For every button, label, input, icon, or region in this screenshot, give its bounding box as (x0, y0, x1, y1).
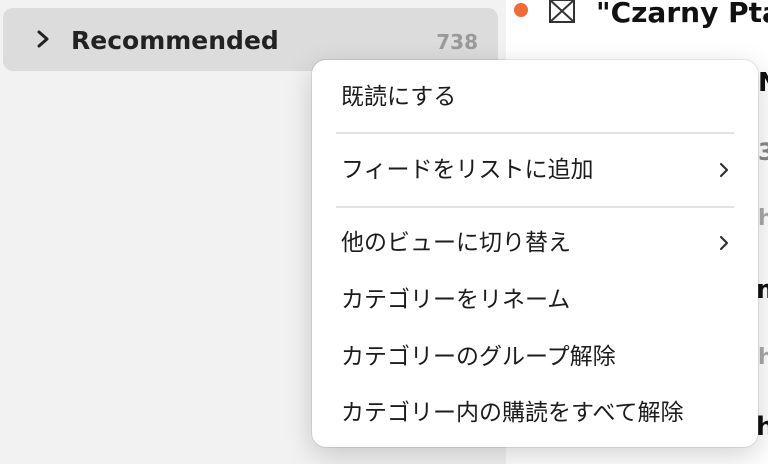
sidebar-item-label: Recommended (71, 26, 279, 55)
chevron-right-icon[interactable] (33, 27, 53, 51)
unread-count-badge: 738 (436, 30, 478, 54)
menu-item-label: 既読にする (341, 84, 457, 110)
article-text-peek: h (758, 206, 768, 231)
menu-item-switch-view[interactable]: 他のビューに切り替え (312, 218, 758, 268)
context-menu: 既読にする フィードをリストに追加 他のビューに切り替え カテゴリーをリネーム … (312, 60, 758, 447)
menu-item-label: カテゴリーをリネーム (341, 287, 571, 313)
article-text-peek: 3 (758, 138, 768, 166)
menu-item-label: カテゴリー内の購読をすべて解除 (341, 400, 684, 426)
menu-item-ungroup-category[interactable]: カテゴリーのグループ解除 (312, 332, 758, 382)
menu-separator (336, 132, 734, 134)
feed-placeholder-icon (549, 0, 575, 23)
chevron-right-icon (719, 162, 729, 178)
menu-item-unsubscribe-all[interactable]: カテゴリー内の購読をすべて解除 (312, 388, 758, 438)
menu-separator (336, 206, 734, 208)
menu-item-label: カテゴリーのグループ解除 (341, 344, 616, 370)
menu-item-mark-as-read[interactable]: 既読にする (312, 72, 758, 122)
chevron-right-icon (719, 235, 729, 251)
article-title[interactable]: "Czarny Ptak (596, 0, 768, 29)
menu-item-add-feed-to-list[interactable]: フィードをリストに追加 (312, 145, 758, 195)
menu-item-rename-category[interactable]: カテゴリーをリネーム (312, 275, 758, 325)
menu-item-label: フィードをリストに追加 (341, 157, 594, 183)
article-text-peek: N (758, 68, 768, 98)
article-text-peek: h (758, 345, 768, 370)
unread-dot-icon (514, 3, 528, 17)
menu-item-label: 他のビューに切り替え (341, 230, 571, 256)
